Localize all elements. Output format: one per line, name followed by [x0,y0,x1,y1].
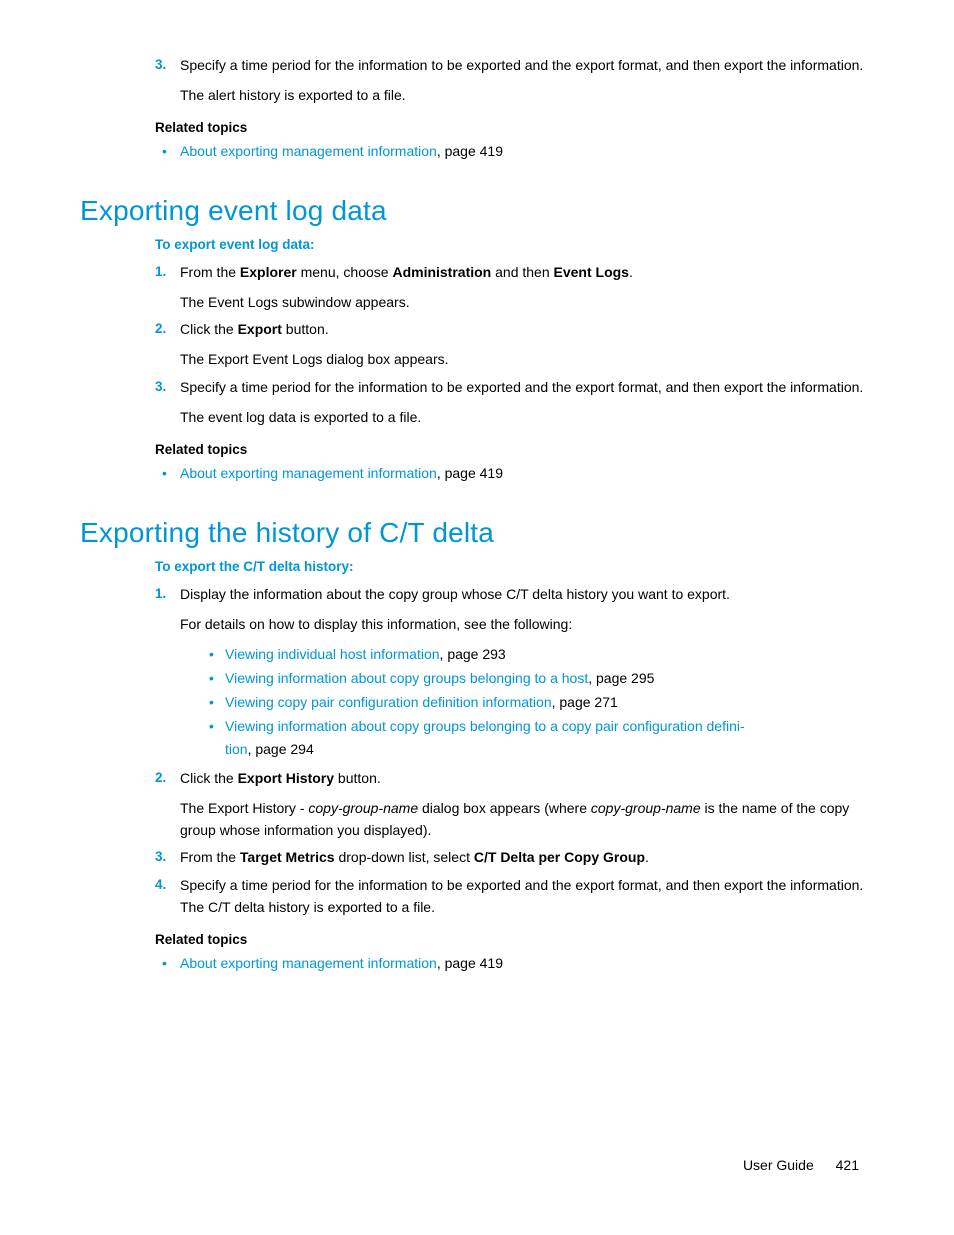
step-number: 2. [155,768,166,789]
step-number: 2. [155,319,166,340]
step-text: Display the information about the copy g… [180,586,730,602]
step-text: Click the Export button. [180,321,329,337]
step-number: 1. [155,262,166,283]
cross-ref-link[interactable]: Viewing individual host information [225,646,440,662]
step-1: 1. From the Explorer menu, choose Admini… [155,262,874,313]
procedure-intro: To export event log data: [155,237,874,252]
related-item: About exporting management information, … [155,953,874,975]
step-number: 1. [155,584,166,605]
prev-step-3: 3. Specify a time period for the informa… [155,55,874,106]
related-link[interactable]: About exporting management information [180,465,437,481]
step-3: 3. From the Target Metrics drop-down lis… [155,847,874,869]
page-ref: , page 271 [552,694,618,710]
step-2: 2. Click the Export History button. The … [155,768,874,841]
step-text: Specify a time period for the informatio… [180,379,863,395]
page-footer: User Guide 421 [743,1157,859,1173]
page-number: 421 [836,1157,859,1173]
footer-label: User Guide [743,1157,814,1173]
step-result: The alert history is exported to a file. [180,85,874,107]
page-ref: , page 294 [248,741,314,757]
step-number: 3. [155,377,166,398]
step-detail: For details on how to display this infor… [180,614,874,636]
cross-ref-link[interactable]: Viewing information about copy groups be… [225,670,588,686]
step-3: 3. Specify a time period for the informa… [155,377,874,428]
step-number: 4. [155,875,166,896]
step-text: Specify a time period for the informatio… [180,57,863,73]
related-page-ref: , page 419 [437,465,503,481]
related-topics-heading: Related topics [155,120,874,135]
step-number: 3. [155,55,166,76]
related-link[interactable]: About exporting management information [180,955,437,971]
step-result: The Export History - copy-group-name dia… [180,798,874,841]
procedure-intro: To export the C/T delta history: [155,559,874,574]
step-text: Click the Export History button. [180,770,381,786]
page-ref: , page 293 [440,646,506,662]
sublink-item: Viewing information about copy groups be… [205,667,874,691]
page-ref: , page 295 [588,670,654,686]
step-2: 2. Click the Export button. The Export E… [155,319,874,370]
related-item: About exporting management information, … [155,141,874,163]
step-text: From the Explorer menu, choose Administr… [180,264,633,280]
step-result: The Event Logs subwindow appears. [180,292,874,314]
section-heading-event-log: Exporting event log data [80,195,874,227]
sublink-item: Viewing copy pair configuration definiti… [205,691,874,715]
step-result: The Export Event Logs dialog box appears… [180,349,874,371]
step-text: From the Target Metrics drop-down list, … [180,849,649,865]
step-number: 3. [155,847,166,868]
step-result: The event log data is exported to a file… [180,407,874,429]
step-1: 1. Display the information about the cop… [155,584,874,762]
related-topics-heading: Related topics [155,442,874,457]
section-heading-ct-delta: Exporting the history of C/T delta [80,517,874,549]
sublink-item: Viewing information about copy groups be… [205,715,874,763]
related-link[interactable]: About exporting management information [180,143,437,159]
cross-ref-link[interactable]: Viewing copy pair configuration definiti… [225,694,552,710]
step-text: Specify a time period for the informatio… [180,877,863,915]
step-4: 4. Specify a time period for the informa… [155,875,874,918]
sublink-item: Viewing individual host information, pag… [205,643,874,667]
related-page-ref: , page 419 [437,955,503,971]
related-topics-heading: Related topics [155,932,874,947]
related-item: About exporting management information, … [155,463,874,485]
related-page-ref: , page 419 [437,143,503,159]
